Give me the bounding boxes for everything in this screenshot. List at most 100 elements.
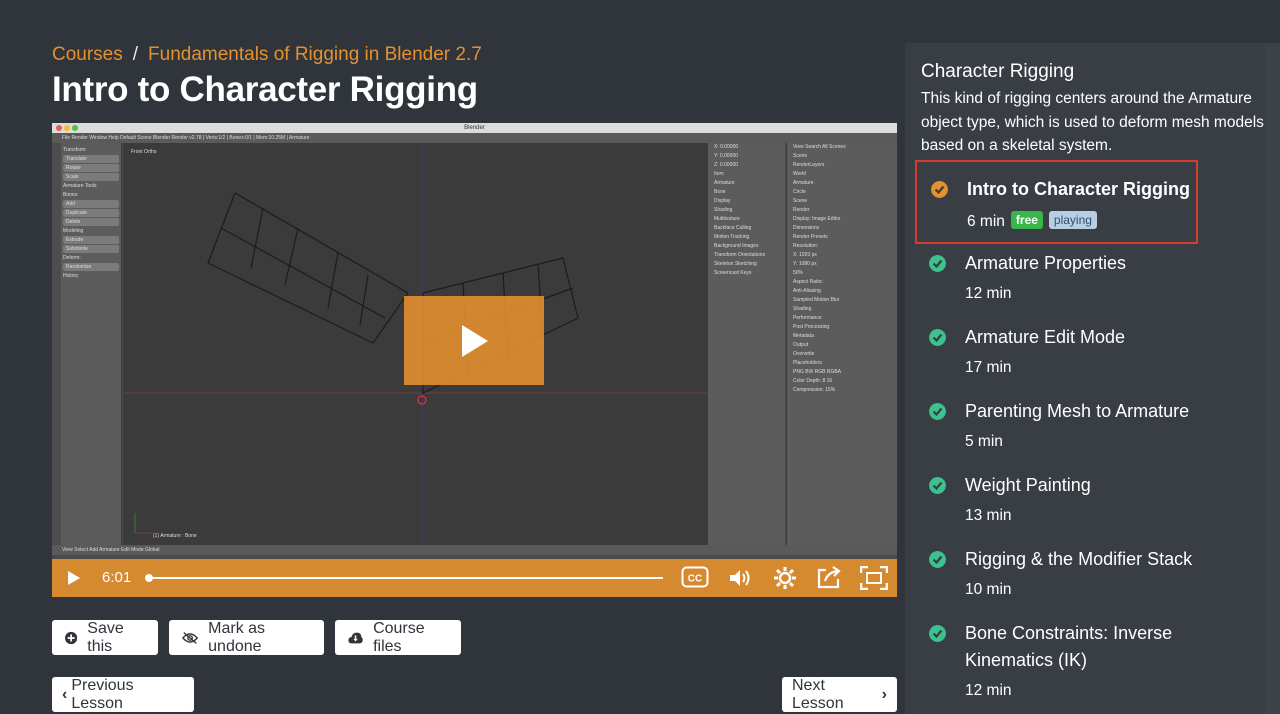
next-lesson-button[interactable]: Next Lesson › — [782, 677, 897, 712]
outliner-item: Sampled Motion Blur — [793, 297, 840, 303]
properties-item: Shading — [714, 207, 733, 213]
properties-item: Backface Culling — [714, 225, 752, 231]
cloud-download-icon — [348, 632, 363, 643]
play-overlay-button[interactable] — [404, 296, 544, 385]
outliner-item: Overwrite — [793, 351, 815, 357]
lesson-meta: 12 min — [965, 285, 1012, 303]
lesson-duration: 12 min — [965, 285, 1012, 302]
properties-item: Transform Orientations — [714, 252, 765, 258]
share-icon[interactable] — [816, 565, 842, 589]
lesson-title: Bone Constraints: Inverse Kinematics (IK… — [965, 623, 1173, 670]
play-icon — [462, 325, 488, 357]
toolshelf-item: Transform — [63, 147, 86, 153]
breadcrumb-courses-link[interactable]: Courses — [52, 44, 123, 66]
check-circle-icon — [929, 625, 946, 642]
toolshelf-item: History — [63, 273, 79, 279]
outliner-item: Circle — [793, 189, 806, 195]
check-circle-icon — [929, 551, 946, 568]
toolshelf-item: Armature Tools — [63, 183, 97, 189]
outliner-item: Armature — [793, 180, 814, 186]
current-time: 6:01 — [102, 569, 132, 586]
lesson-meta: 17 min — [965, 359, 1012, 377]
chevron-left-icon: ‹ — [62, 685, 68, 703]
blender-window-title: Blender — [464, 125, 485, 131]
course-files-button[interactable]: Course files — [335, 620, 461, 655]
lesson-duration: 13 min — [965, 507, 1012, 524]
outliner-item: X: 1920 px — [793, 252, 817, 258]
svg-text:CC: CC — [688, 574, 702, 585]
properties-item: Skeleton Sketching — [714, 261, 757, 267]
progress-knob[interactable] — [145, 574, 153, 582]
properties-item: Bone — [714, 189, 726, 195]
toolshelf-item: Rotate — [63, 164, 119, 172]
section-title: Character Rigging — [921, 61, 1075, 82]
badge-playing: playing — [1048, 211, 1097, 229]
outliner-item: View Search All Scenes — [793, 144, 846, 150]
breadcrumb-separator: / — [132, 44, 139, 65]
toolshelf-item: Modeling — [63, 228, 84, 234]
check-circle-icon — [931, 181, 948, 198]
outliner-item: Display: Image Editor — [793, 216, 841, 222]
mark-as-undone-label: Mark as undone — [208, 619, 266, 655]
blender-outliner-panel: View Search All Scenes Scene RenderLayers W… — [786, 143, 897, 545]
outliner-item: Post Processing — [793, 324, 830, 330]
blender-toolshelf: Transform Translate Rotate Scale Armature To… — [52, 143, 122, 545]
blender-titlebar: Blender — [52, 123, 897, 133]
check-circle-icon — [929, 403, 946, 420]
lesson-meta: 5 min — [965, 433, 1003, 451]
lesson-title: Intro to Character Rigging — [967, 179, 1191, 199]
eye-slash-icon — [182, 631, 199, 644]
toolshelf-item: Duplicate — [63, 209, 119, 217]
page-title: Intro to Character Rigging — [52, 70, 478, 109]
toolshelf-item: Scale — [63, 173, 119, 181]
toolshelf-items: Transform Translate Rotate Scale Armature To… — [63, 146, 119, 281]
toolshelf-item: Add — [63, 200, 119, 208]
properties-item: Motion Tracking — [714, 234, 750, 240]
volume-icon[interactable] — [728, 567, 752, 589]
video-player[interactable]: Blender File Render Window Help Default … — [52, 123, 897, 597]
previous-lesson-button[interactable]: ‹ Previous Lesson — [52, 677, 194, 712]
mark-as-undone-button[interactable]: Mark as undone — [169, 620, 324, 655]
toolshelf-tabs — [52, 143, 61, 545]
lesson-duration: 6 min — [967, 213, 1005, 230]
progress-bar[interactable] — [145, 574, 663, 582]
lesson-meta: 10 min — [965, 581, 1012, 599]
fullscreen-icon[interactable] — [860, 566, 888, 590]
save-this-label: Save this — [87, 619, 124, 655]
badge-free: free — [1010, 211, 1043, 229]
lesson-duration: 12 min — [965, 682, 1012, 699]
outliner-item: Compression: 15% — [793, 387, 836, 393]
outliner-item: Render Presets — [793, 234, 828, 240]
outliner-item: World — [793, 171, 806, 177]
check-circle-icon — [929, 477, 946, 494]
lesson-duration: 5 min — [965, 433, 1003, 450]
sidebar-scrollbar[interactable] — [1265, 43, 1280, 714]
play-button[interactable] — [66, 570, 82, 586]
outliner-item: Y: 1080 px — [793, 261, 817, 267]
outliner-item: Anti-Aliasing — [793, 288, 821, 294]
properties-item: Multitexture — [714, 216, 740, 222]
chevron-right-icon: › — [881, 685, 887, 703]
blender-properties-panel: X: 0.00000 Y: 0.00000 Z: 0.00000 Item Armatu… — [707, 143, 785, 545]
properties-item: Item — [714, 171, 724, 177]
toolshelf-item: Subdivide — [63, 245, 119, 253]
outliner-item: Render — [793, 207, 810, 213]
properties-item: Y: 0.00000 — [714, 153, 738, 159]
outliner-item: Placeholders — [793, 360, 822, 366]
lesson-meta: 13 min — [965, 507, 1012, 525]
breadcrumb-course-link[interactable]: Fundamentals of Rigging in Blender 2.7 — [148, 44, 482, 66]
closed-captions-icon[interactable]: CC — [681, 566, 709, 588]
outliner-item: Output — [793, 342, 809, 348]
toolshelf-item: Translate — [63, 155, 119, 163]
save-this-button[interactable]: Save this — [52, 620, 158, 655]
lesson-title: Parenting Mesh to Armature — [965, 401, 1190, 421]
lesson-meta: 12 min — [965, 682, 1012, 700]
outliner-item: Metadata — [793, 333, 814, 339]
properties-item: Armature — [714, 180, 735, 186]
properties-item: Screencast Keys — [714, 270, 752, 276]
outliner-item: Aspect Ratio: — [793, 279, 823, 285]
properties-item: Background Images — [714, 243, 759, 249]
settings-gear-icon[interactable] — [773, 566, 797, 590]
lesson-item[interactable]: Intro to Character Rigging 6 min free playi… — [915, 160, 1198, 244]
blender-info-bar: File Render Window Help Default Scene Bl… — [52, 133, 897, 143]
